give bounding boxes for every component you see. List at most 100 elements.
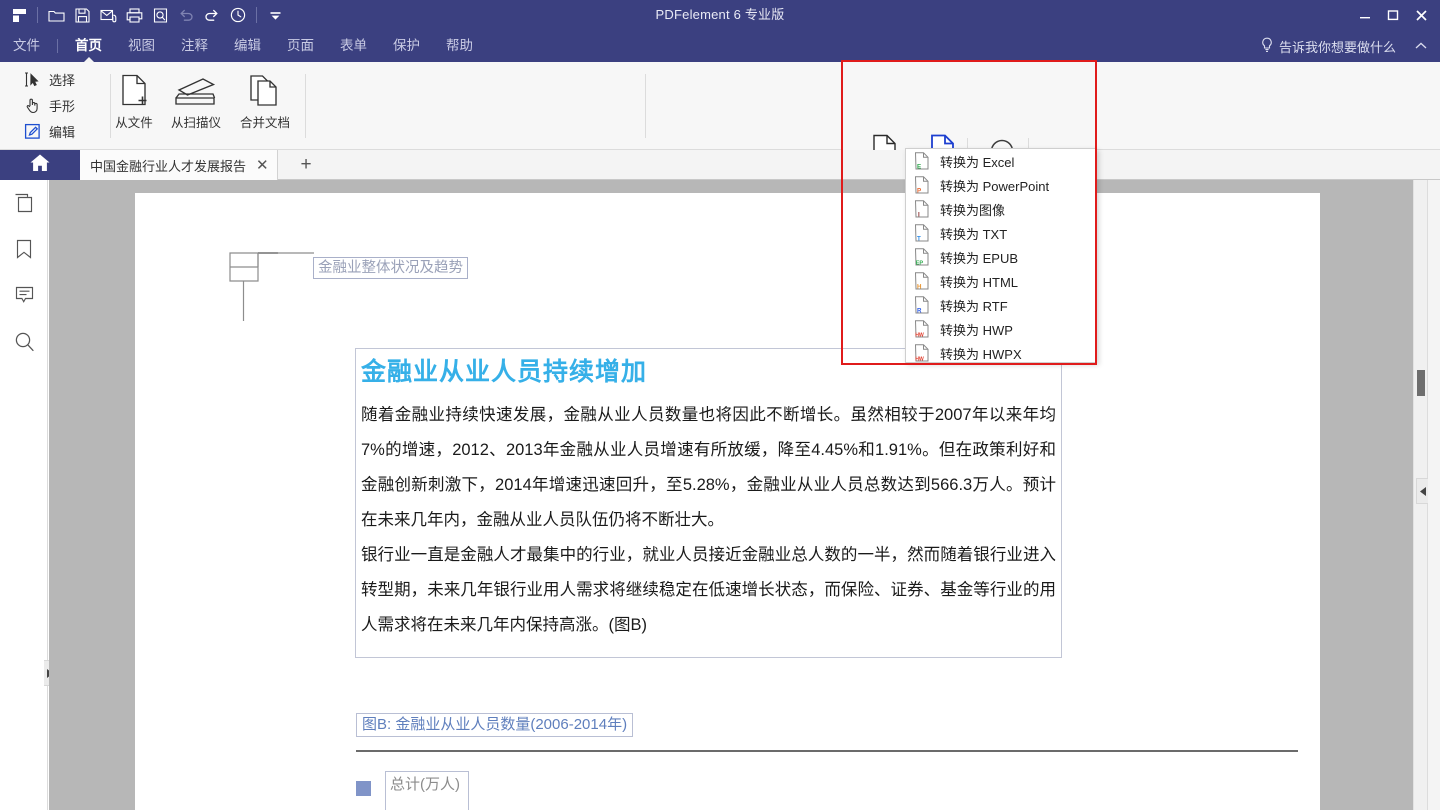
- menu-item-convert-image[interactable]: I 转换为图像: [906, 197, 1096, 221]
- menu-item-convert-html[interactable]: H 转换为 HTML: [906, 269, 1096, 293]
- create-from-file-button[interactable]: 从文件: [101, 70, 167, 131]
- menu-item-label: 转换为 HWPX: [940, 346, 1022, 362]
- file-hwp-icon: HW: [914, 320, 930, 339]
- menu-item-label: 转换为 PowerPoint: [940, 178, 1050, 194]
- document-header-textbox[interactable]: 金融业整体状况及趋势: [313, 257, 468, 279]
- email-icon[interactable]: [95, 2, 121, 28]
- svg-text:EP: EP: [916, 261, 924, 267]
- document-heading: 金融业从业人员持续增加: [361, 358, 648, 386]
- svg-text:P: P: [917, 188, 921, 195]
- divider: [57, 39, 58, 53]
- new-tab-button[interactable]: +: [292, 150, 320, 180]
- lightbulb-icon: [1260, 37, 1274, 56]
- file-epub-icon: EP: [914, 248, 930, 267]
- tool-edit-label: 编辑: [49, 124, 76, 140]
- right-panel-expander[interactable]: [1416, 478, 1428, 504]
- menu-item-convert-epub[interactable]: EP 转换为 EPUB: [906, 245, 1096, 269]
- menu-item-label: 转换为 HWP: [940, 322, 1013, 338]
- minimize-button[interactable]: [1352, 2, 1378, 28]
- file-txt-icon: T: [914, 224, 930, 243]
- legend-color-swatch: [356, 781, 371, 796]
- edit-pencil-icon: [22, 121, 42, 141]
- comment-icon[interactable]: [0, 272, 48, 318]
- menu-item-convert-powerpoint[interactable]: P 转换为 PowerPoint: [906, 173, 1096, 197]
- redo-icon[interactable]: [199, 2, 225, 28]
- bookmark-icon[interactable]: [0, 226, 48, 272]
- home-tab-button[interactable]: [0, 150, 80, 180]
- menu-item-convert-rtf[interactable]: R 转换为 RTF: [906, 293, 1096, 317]
- pdf-page[interactable]: 金融业整体状况及趋势 金融业从业人员持续增加 随着金融业持续快速发展，金融从业人…: [135, 193, 1320, 810]
- menu-tab-protect[interactable]: 保护: [380, 30, 433, 62]
- create-from-file-label: 从文件: [115, 116, 153, 130]
- tool-select-label: 选择: [49, 72, 76, 88]
- home-icon: [29, 153, 51, 178]
- file-rtf-icon: R: [914, 296, 930, 315]
- search-icon[interactable]: [0, 318, 48, 364]
- close-tab-icon[interactable]: ✕: [256, 158, 269, 173]
- tell-me-search[interactable]: 告诉我你想要做什么: [1260, 30, 1396, 62]
- divider: [37, 7, 38, 23]
- svg-text:I: I: [918, 212, 920, 219]
- menu-tab-form[interactable]: 表单: [327, 30, 380, 62]
- tool-select[interactable]: 选择: [22, 66, 108, 92]
- svg-text:H: H: [917, 284, 922, 291]
- document-viewport[interactable]: 金融业整体状况及趋势 金融业从业人员持续增加 随着金融业持续快速发展，金融从业人…: [49, 180, 1413, 810]
- ribbon-collapse-button[interactable]: [1414, 30, 1428, 62]
- tell-me-label: 告诉我你想要做什么: [1278, 39, 1396, 55]
- file-powerpoint-icon: P: [914, 176, 930, 195]
- figure-caption-textbox[interactable]: 图B: 金融业从业人员数量(2006-2014年): [356, 713, 634, 737]
- file-html-icon: H: [914, 272, 930, 291]
- file-plus-icon: [101, 70, 167, 112]
- menu-item-label: 转换为 EPUB: [940, 250, 1019, 266]
- file-image-icon: I: [914, 200, 930, 219]
- menu-item-label: 转换为 Excel: [940, 154, 1015, 170]
- menu-tab-file[interactable]: 文件: [0, 30, 53, 62]
- qat-dropdown-icon[interactable]: [262, 2, 288, 28]
- menu-item-label: 转换为 TXT: [940, 226, 1008, 242]
- create-from-scanner-label: 从扫描仪: [170, 116, 221, 130]
- save-icon[interactable]: [69, 2, 95, 28]
- document-tab-label: 中国金融行业人才发展报告: [90, 158, 247, 174]
- menu-item-label: 转换为 RTF: [940, 298, 1008, 314]
- document-tab-strip: 中国金融行业人才发展报告 ✕ +: [0, 150, 1440, 180]
- legend-label-textbox[interactable]: 总计(万人): [385, 771, 469, 810]
- menu-tab-comment[interactable]: 注释: [168, 30, 221, 62]
- maximize-button[interactable]: [1380, 2, 1406, 28]
- thumbnails-icon[interactable]: [0, 180, 48, 226]
- svg-text:HW: HW: [915, 333, 924, 339]
- scanner-icon: [163, 70, 229, 112]
- svg-text:HW: HW: [915, 357, 924, 363]
- menu-tab-page[interactable]: 页面: [274, 30, 327, 62]
- scrollbar-thumb[interactable]: [1417, 370, 1425, 396]
- menu-tab-view[interactable]: 视图: [115, 30, 168, 62]
- hand-icon: [22, 95, 42, 115]
- menu-tab-help[interactable]: 帮助: [433, 30, 486, 62]
- quick-access-toolbar: [0, 0, 288, 30]
- menu-item-convert-excel[interactable]: E 转换为 Excel: [906, 149, 1096, 173]
- tool-edit[interactable]: 编辑: [22, 118, 108, 144]
- menu-item-convert-txt[interactable]: T 转换为 TXT: [906, 221, 1096, 245]
- divider: [645, 74, 646, 138]
- svg-text:R: R: [917, 308, 922, 315]
- close-button[interactable]: [1408, 2, 1434, 28]
- menu-tab-edit[interactable]: 编辑: [221, 30, 274, 62]
- menu-tab-home[interactable]: 首页: [62, 30, 115, 62]
- title-bar: PDFelement 6 专业版: [0, 0, 1440, 30]
- document-tab[interactable]: 中国金融行业人才发展报告 ✕: [80, 150, 278, 180]
- document-paragraph-2: 银行业一直是金融人才最集中的行业，就业人员接近金融业总人数的一半，然而随着银行业…: [361, 546, 1056, 634]
- print-icon[interactable]: [121, 2, 147, 28]
- ribbon-toolbar: 选择 手形 编辑 从文件 从扫描仪 合并文档: [0, 62, 1440, 212]
- open-icon[interactable]: [43, 2, 69, 28]
- divider: [256, 7, 257, 23]
- app-logo-icon[interactable]: [6, 2, 32, 28]
- menu-item-convert-hwp[interactable]: HW 转换为 HWP: [906, 317, 1096, 341]
- undo-icon[interactable]: [173, 2, 199, 28]
- tool-hand[interactable]: 手形: [22, 92, 108, 118]
- print-preview-icon[interactable]: [147, 2, 173, 28]
- history-icon[interactable]: [225, 2, 251, 28]
- merge-documents-button[interactable]: 合并文档: [232, 70, 298, 131]
- create-from-scanner-button[interactable]: 从扫描仪: [163, 70, 229, 131]
- file-excel-icon: E: [914, 152, 930, 171]
- menu-item-convert-hwpx[interactable]: HW 转换为 HWPX: [906, 341, 1096, 365]
- document-paragraph-1: 随着金融业持续快速发展，金融从业人员数量也将因此不断增长。虽然相较于2007年以…: [361, 406, 1056, 529]
